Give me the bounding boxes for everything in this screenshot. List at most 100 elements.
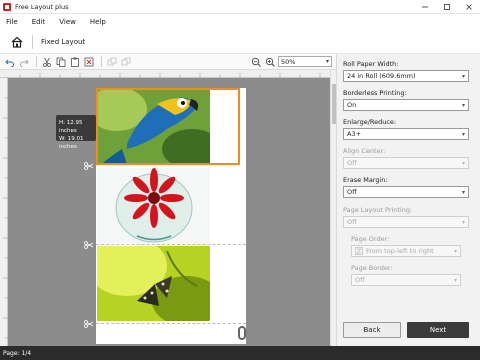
cut-button[interactable]: [41, 56, 53, 68]
menu-edit[interactable]: Edit: [30, 18, 48, 26]
ruler-ticks: [19, 73, 321, 78]
roll-paper-width-label: Roll Paper Width:: [343, 60, 399, 68]
window-controls: [414, 0, 480, 14]
roll-end: [104, 324, 244, 340]
bring-front-button[interactable]: [106, 56, 118, 68]
zoom-value: 50%: [281, 57, 296, 66]
erase-margin-select[interactable]: Off ▾: [343, 186, 469, 198]
scissors-icon: [84, 320, 94, 328]
vertical-ruler: [0, 78, 8, 346]
send-back-button[interactable]: [120, 56, 132, 68]
scissors-icon: [84, 241, 94, 249]
chevron-down-icon: ▾: [453, 277, 457, 284]
enlarge-select[interactable]: A3+ ▾: [343, 128, 469, 140]
page-border-select: Off ▾: [351, 274, 461, 286]
toolbar: 50% ▾: [0, 54, 336, 70]
borderless-label: Borderless Printing:: [343, 89, 407, 97]
align-center-value: Off: [347, 159, 357, 167]
zoom-in-icon: [265, 57, 275, 67]
scissors-icon: [84, 162, 94, 170]
paste-button[interactable]: [69, 56, 81, 68]
roll-paper-width-select[interactable]: 24 in Roll (609.6mm) ▾: [343, 70, 469, 82]
roll-paper-width-value: 24 in Roll (609.6mm): [347, 72, 416, 80]
page-border-label: Page Border:: [351, 264, 393, 272]
align-center-select: Off ▾: [343, 157, 469, 169]
maximize-button[interactable]: [436, 0, 458, 14]
horizontal-ruler: [0, 70, 336, 78]
toolbar-divider: [36, 56, 37, 67]
butterfly-photo[interactable]: [97, 246, 210, 321]
home-button[interactable]: [10, 35, 24, 49]
delete-icon: [84, 57, 94, 66]
chevron-down-icon: ▾: [461, 131, 465, 138]
zoom-in-button[interactable]: [264, 56, 276, 68]
scissors-icon: [43, 57, 51, 67]
redo-button[interactable]: [18, 56, 30, 68]
undo-icon: [5, 59, 14, 67]
close-icon: [466, 3, 472, 10]
minimize-icon: [422, 6, 428, 7]
chevron-down-icon: ▾: [461, 73, 465, 80]
erase-margin-value: Off: [347, 188, 357, 196]
home-icon: [11, 36, 23, 48]
delete-button[interactable]: [83, 56, 95, 68]
roll-cap: [238, 326, 246, 340]
size-tooltip: H: 12.95 inches W: 19.01 inches: [56, 115, 96, 150]
redo-icon: [20, 59, 29, 67]
page-order-value: From top-left to right: [366, 247, 434, 255]
flower-image: [97, 168, 210, 243]
enlarge-value: A3+: [347, 130, 362, 138]
borderless-select[interactable]: On ▾: [343, 99, 469, 111]
page-order-label: Page Order:: [351, 235, 390, 243]
zoom-out-button[interactable]: [250, 56, 262, 68]
page-layout-value: Off: [347, 218, 357, 226]
butterfly-image: [97, 246, 210, 321]
chevron-down-icon: ▾: [461, 102, 465, 109]
title-bar: Free Layout plus: [0, 0, 480, 14]
next-button[interactable]: Next: [407, 322, 469, 338]
menu-file[interactable]: File: [4, 18, 20, 26]
send-back-icon: [121, 57, 131, 65]
page-border-value: Off: [355, 276, 365, 284]
toolbar-divider: [101, 56, 102, 67]
minimize-button[interactable]: [414, 0, 436, 14]
maximize-icon: [444, 3, 450, 10]
nav-divider: [32, 34, 33, 49]
align-center-label: Align Center:: [343, 147, 386, 155]
bring-front-icon: [107, 57, 117, 65]
erase-margin-label: Erase Margin:: [343, 176, 388, 184]
page-layout-select: Off ▾: [343, 216, 469, 228]
menu-view[interactable]: View: [57, 18, 78, 26]
page-order-select: From top-left to right ▾: [351, 245, 461, 257]
flower-photo[interactable]: [97, 168, 210, 243]
paste-icon: [71, 57, 79, 67]
chevron-down-icon: ▾: [453, 248, 457, 255]
selection-frame[interactable]: [96, 88, 240, 165]
zoom-out-icon: [251, 57, 261, 67]
copy-icon: [56, 57, 66, 67]
close-button[interactable]: [458, 0, 480, 14]
chevron-down-icon: ▾: [461, 219, 465, 226]
cut-line: [96, 244, 246, 245]
app-icon: [3, 2, 11, 11]
undo-button[interactable]: [4, 56, 16, 68]
menu-bar: File Edit View Help: [0, 14, 480, 30]
page-order-icon: [355, 247, 363, 255]
chevron-down-icon: ▾: [325, 58, 329, 65]
copy-button[interactable]: [55, 56, 67, 68]
chevron-down-icon: ▾: [461, 160, 465, 167]
chevron-down-icon: ▾: [461, 189, 465, 196]
tooltip-height: H: 12.95 inches: [59, 120, 83, 134]
back-button[interactable]: Back: [343, 322, 401, 338]
page-layout-label: Page Layout Printing:: [343, 206, 413, 214]
status-bar: Page: 1/4: [0, 346, 480, 360]
nav-bar: Fixed Layout: [0, 30, 480, 54]
tooltip-width: W: 19.01 inches: [59, 136, 84, 150]
zoom-controls: 50% ▾: [250, 56, 332, 68]
menu-help[interactable]: Help: [88, 18, 108, 26]
page-indicator: Page: 1/4: [3, 349, 32, 357]
zoom-select[interactable]: 50% ▾: [278, 56, 332, 67]
page-title: Fixed Layout: [41, 37, 86, 46]
ruler-ticks: [3, 97, 8, 339]
layout-canvas[interactable]: H: 12.95 inches W: 19.01 inches: [8, 78, 330, 346]
